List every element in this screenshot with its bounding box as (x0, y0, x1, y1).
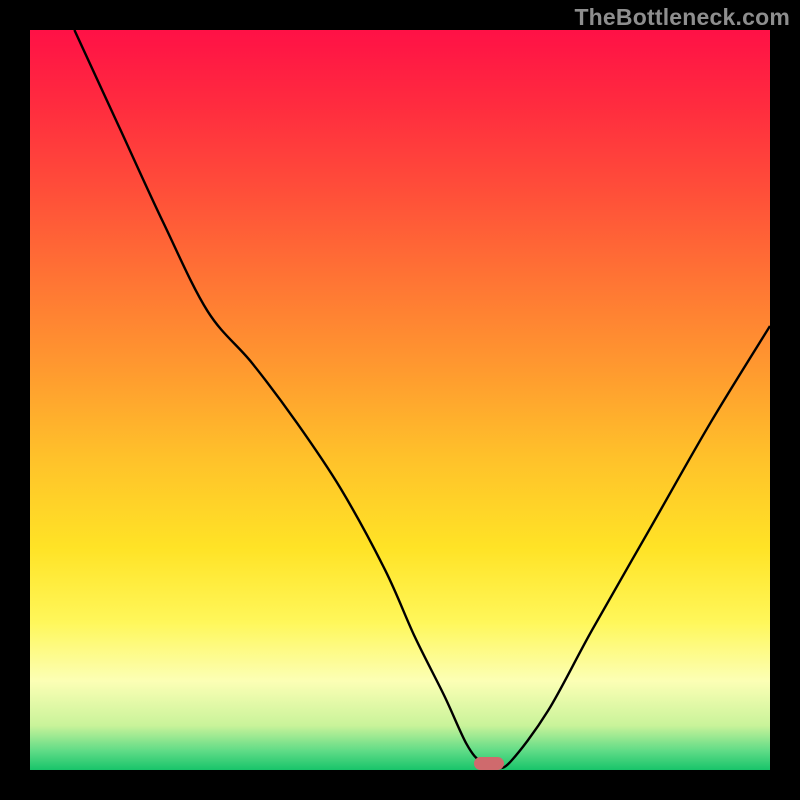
plot-area (30, 30, 770, 770)
bottleneck-curve (30, 30, 770, 770)
chart-frame: TheBottleneck.com (0, 0, 800, 800)
optimum-marker (474, 757, 504, 770)
watermark-label: TheBottleneck.com (574, 4, 790, 31)
